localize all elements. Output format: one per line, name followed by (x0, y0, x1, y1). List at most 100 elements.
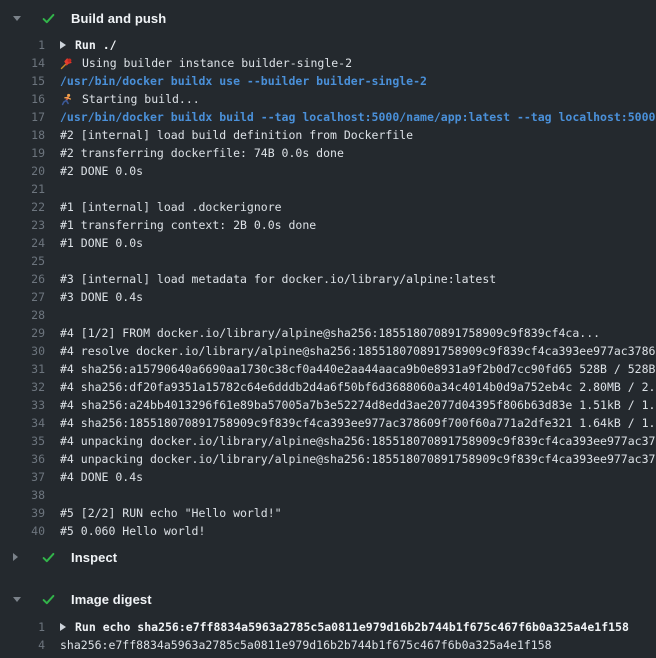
section-header-inspect[interactable]: Inspect (0, 542, 656, 572)
line-number[interactable]: 35 (0, 434, 45, 448)
line-number[interactable]: 40 (0, 524, 45, 538)
log-line: 18#2 [internal] load build definition fr… (0, 126, 656, 144)
line-content: /usr/bin/docker buildx use --builder bui… (60, 74, 427, 88)
line-number[interactable]: 14 (0, 56, 45, 70)
line-text: /usr/bin/docker buildx build --tag local… (60, 110, 655, 124)
log-line: 28 (0, 306, 656, 324)
log-line: 25 (0, 252, 656, 270)
section-title: Build and push (71, 11, 166, 26)
line-content: #5 [2/2] RUN echo "Hello world!" (60, 506, 282, 520)
line-number[interactable]: 21 (0, 182, 45, 196)
line-content: #4 resolve docker.io/library/alpine@sha2… (60, 344, 656, 358)
line-text: Run ./ (75, 38, 117, 52)
log-line: 29 #4 [1/2] FROM docker.io/library/alpine… (0, 324, 656, 342)
line-number[interactable]: 23 (0, 218, 45, 232)
line-content: #4 unpacking docker.io/library/alpine@sh… (60, 434, 656, 448)
pushpin-icon (60, 57, 73, 70)
line-number[interactable]: 25 (0, 254, 45, 268)
log-line: 22 #1 [internal] load .dockerignore (0, 198, 656, 216)
line-number[interactable]: 22 (0, 200, 45, 214)
line-content: Run ./ (60, 38, 117, 52)
chevron-down-icon[interactable] (13, 597, 26, 602)
log-line: 37 #4 DONE 0.4s (0, 468, 656, 486)
chevron-down-icon[interactable] (13, 16, 26, 21)
line-content: #4 sha256:a15790640a6690aa1730c38cf0a440… (60, 362, 655, 376)
log-line: 27 #3 DONE 0.4s (0, 288, 656, 306)
line-content: #4 [1/2] FROM docker.io/library/alpine@s… (60, 326, 600, 340)
line-content: #5 0.060 Hello world! (60, 524, 205, 538)
line-number[interactable]: 1 (0, 38, 45, 52)
line-number[interactable]: 38 (0, 488, 45, 502)
line-text: #4 resolve docker.io/library/alpine@sha2… (60, 344, 656, 358)
log-line: 15/usr/bin/docker buildx use --builder b… (0, 72, 656, 90)
line-content: #1 DONE 0.0s (60, 236, 143, 250)
section-inspect: Inspect (0, 542, 656, 572)
line-text: #5 [2/2] RUN echo "Hello world!" (60, 506, 282, 520)
line-number[interactable]: 29 (0, 326, 45, 340)
line-content: /usr/bin/docker buildx build --tag local… (60, 110, 655, 124)
log-line: 39 #5 [2/2] RUN echo "Hello world!" (0, 504, 656, 522)
log-line: 1 Run echo sha256:e7ff8834a5963a2785c5a08… (0, 618, 656, 636)
log-line: 4 sha256:e7ff8834a5963a2785c5a0811e979d16… (0, 636, 656, 654)
chevron-right-icon[interactable] (60, 623, 66, 631)
line-text: #2 DONE 0.0s (60, 164, 143, 178)
line-text: #5 0.060 Hello world! (60, 524, 205, 538)
line-text: #1 transferring context: 2B 0.0s done (60, 218, 316, 232)
line-number[interactable]: 17 (0, 110, 45, 124)
chevron-right-icon[interactable] (60, 41, 66, 49)
line-content: #2 transferring dockerfile: 74B 0.0s don… (60, 146, 344, 160)
line-number[interactable]: 34 (0, 416, 45, 430)
line-number[interactable]: 30 (0, 344, 45, 358)
line-text: #3 DONE 0.4s (60, 290, 143, 304)
line-number[interactable]: 16 (0, 92, 45, 106)
line-number[interactable]: 37 (0, 470, 45, 484)
line-number[interactable]: 19 (0, 146, 45, 160)
chevron-right-icon[interactable] (13, 553, 26, 561)
line-text: #4 DONE 0.4s (60, 470, 143, 484)
line-text: /usr/bin/docker buildx use --builder bui… (60, 74, 427, 88)
line-text: #4 [1/2] FROM docker.io/library/alpine@s… (60, 326, 600, 340)
runner-icon (60, 93, 73, 106)
line-text: Using builder instance builder-single-2 (82, 56, 352, 70)
line-text: #2 transferring dockerfile: 74B 0.0s don… (60, 146, 344, 160)
section-title: Inspect (71, 550, 117, 565)
log-line: 19 #2 transferring dockerfile: 74B 0.0s d… (0, 144, 656, 162)
line-number[interactable]: 33 (0, 398, 45, 412)
log-line: 20 #2 DONE 0.0s (0, 162, 656, 180)
log-line: 26#3 [internal] load metadata for docker… (0, 270, 656, 288)
line-number[interactable]: 18 (0, 128, 45, 142)
section-header-image-digest[interactable]: Image digest (0, 584, 656, 614)
log-sections: Build and push1Run ./14Using builder ins… (0, 3, 656, 654)
line-text: #4 sha256:df20fa9351a15782c64e6dddb2d4a6… (60, 380, 656, 394)
line-content: #4 DONE 0.4s (60, 470, 143, 484)
line-number[interactable]: 39 (0, 506, 45, 520)
chevron-right-icon (13, 553, 18, 561)
line-text: Run echo sha256:e7ff8834a5963a2785c5a081… (75, 620, 629, 634)
line-number[interactable]: 15 (0, 74, 45, 88)
line-text: Starting build... (82, 92, 200, 106)
line-text: sha256:e7ff8834a5963a2785c5a0811e979d16b… (60, 638, 552, 652)
log-line: 35 #4 unpacking docker.io/library/alpine@… (0, 432, 656, 450)
line-number[interactable]: 20 (0, 164, 45, 178)
section-title: Image digest (71, 592, 152, 607)
line-number[interactable]: 28 (0, 308, 45, 322)
log-line: 38 (0, 486, 656, 504)
line-number[interactable]: 36 (0, 452, 45, 466)
line-number[interactable]: 32 (0, 380, 45, 394)
section-build-and-push: Build and push 1 Run ./ 14 Using builder ins… (0, 3, 656, 540)
line-number[interactable]: 4 (0, 638, 45, 652)
section-header-build-and-push[interactable]: Build and push (0, 3, 656, 33)
line-content: #4 sha256:a24bb4013296f61e89ba57005a7b3e… (60, 398, 656, 412)
log-lines-image-digest: 1 Run echo sha256:e7ff8834a5963a2785c5a08… (0, 618, 656, 654)
line-text: #4 unpacking docker.io/library/alpine@sh… (60, 452, 656, 466)
line-text: #1 [internal] load .dockerignore (60, 200, 282, 214)
line-content: #3 DONE 0.4s (60, 290, 143, 304)
line-number[interactable]: 31 (0, 362, 45, 376)
line-number[interactable]: 26 (0, 272, 45, 286)
log-line: 24 #1 DONE 0.0s (0, 234, 656, 252)
line-number[interactable]: 24 (0, 236, 45, 250)
line-content: Run echo sha256:e7ff8834a5963a2785c5a081… (60, 620, 629, 634)
line-number[interactable]: 1 (0, 620, 45, 634)
log-line: 30 #4 resolve docker.io/library/alpine@sh… (0, 342, 656, 360)
line-number[interactable]: 27 (0, 290, 45, 304)
